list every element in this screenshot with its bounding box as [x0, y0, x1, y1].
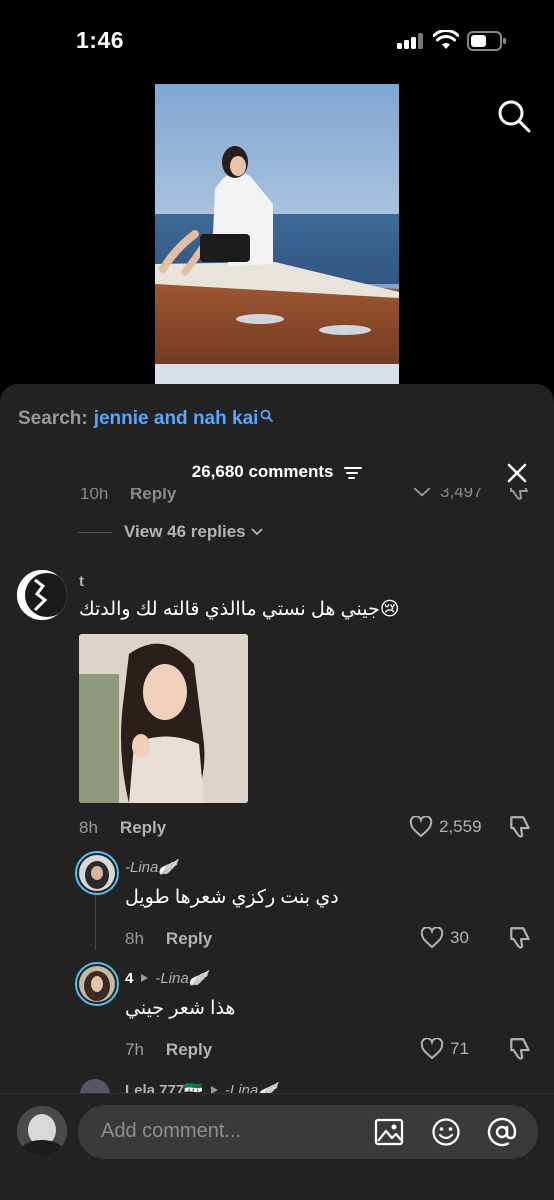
reply-meta: 7h Reply	[125, 1040, 212, 1060]
heart-icon	[420, 927, 444, 949]
emoji-icon[interactable]	[431, 1117, 461, 1147]
comments-sheet: Search: jennie and nah kai 26,680 commen…	[0, 384, 554, 1200]
reply-to-username[interactable]: -Lina🪽	[155, 969, 207, 987]
search-small-icon	[261, 409, 274, 422]
heart-icon[interactable]	[411, 488, 433, 498]
reply-username[interactable]: 4	[125, 970, 133, 987]
thumbs-down-icon[interactable]	[507, 925, 533, 951]
battery-icon	[467, 31, 506, 51]
status-bar: 1:46	[0, 0, 554, 80]
heart-icon	[420, 1038, 444, 1060]
like-count: 71	[450, 1039, 469, 1058]
comment-composer: Add comment...	[0, 1093, 554, 1200]
reply-avatar[interactable]	[75, 962, 119, 1006]
reply-time: 7h	[125, 1040, 144, 1059]
close-icon[interactable]	[505, 461, 529, 485]
reply-button[interactable]: Reply	[120, 818, 166, 837]
filter-icon[interactable]	[344, 466, 363, 480]
comment-image[interactable]	[79, 634, 248, 803]
thumbs-down-icon[interactable]	[507, 488, 531, 502]
thumbs-down-icon[interactable]	[507, 814, 533, 840]
reply-button[interactable]: Reply	[166, 929, 212, 948]
reply-text: هذا شعر جيني	[125, 998, 236, 1019]
comment-username[interactable]: t	[79, 573, 84, 590]
reply-button[interactable]: Reply	[130, 488, 176, 504]
search-icon[interactable]	[496, 98, 532, 134]
heart-icon	[409, 816, 433, 838]
comment-input[interactable]: Add comment...	[78, 1105, 538, 1159]
reply-meta: 8h Reply	[125, 929, 212, 949]
like-count: 2,559	[439, 817, 482, 836]
at-icon[interactable]	[487, 1117, 517, 1147]
comment-input-placeholder: Add comment...	[101, 1120, 242, 1142]
my-avatar[interactable]	[17, 1106, 67, 1156]
search-label: Search:	[18, 408, 88, 429]
view-replies-label: View 46 replies	[124, 522, 246, 541]
divider	[78, 532, 112, 533]
like-button[interactable]: 30	[420, 927, 469, 949]
play-arrow-icon	[141, 974, 149, 982]
reply-username-row: 4 -Lina🪽	[125, 969, 207, 988]
reply-username[interactable]: -Lina🪽	[125, 858, 177, 876]
reply-button[interactable]: Reply	[166, 1040, 212, 1059]
like-button[interactable]: 71	[420, 1038, 469, 1060]
comments-header: 26,680 comments	[0, 462, 554, 482]
image-icon[interactable]	[374, 1117, 404, 1147]
video-thumbnail	[155, 84, 399, 384]
comments-count: 26,680 comments	[191, 462, 334, 481]
like-count: 30	[450, 928, 469, 947]
like-button[interactable]: 2,559	[409, 816, 482, 838]
comment-text: جيني هل نستي ماالذي قالته لك والدتك😢	[79, 599, 400, 620]
search-query[interactable]: jennie and nah kai	[94, 408, 259, 430]
previous-comment-meta: 10h Reply 3,497	[0, 488, 554, 506]
view-replies-button[interactable]: View 46 replies	[78, 522, 264, 542]
reply-time: 8h	[125, 929, 144, 948]
comment-meta: 8h Reply	[79, 818, 166, 838]
avatar[interactable]	[17, 570, 67, 620]
thumbs-down-icon[interactable]	[507, 1036, 533, 1062]
chevron-down-icon	[250, 528, 263, 536]
divider	[0, 1093, 554, 1094]
video-preview[interactable]	[155, 84, 399, 384]
cellular-signal-icon	[397, 33, 425, 49]
status-time: 1:46	[76, 27, 125, 53]
comment-time: 10h	[80, 488, 109, 503]
like-count: 3,497	[440, 488, 483, 501]
reply-text: دي بنت ركزي شعرها طويل	[125, 887, 339, 908]
search-suggestion[interactable]: Search: jennie and nah kai	[18, 408, 274, 430]
wifi-icon	[433, 30, 459, 49]
reply-avatar[interactable]	[75, 851, 119, 895]
comment-time: 8h	[79, 818, 98, 837]
